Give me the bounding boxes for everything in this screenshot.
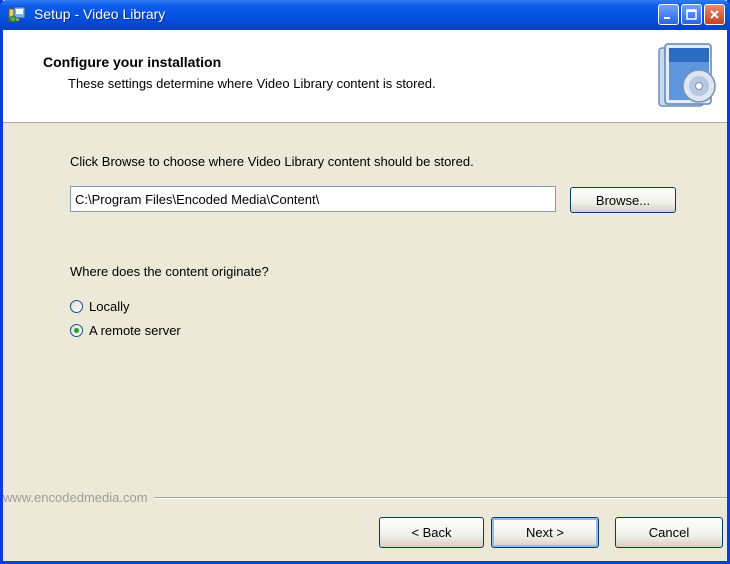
back-button[interactable]: < Back xyxy=(379,517,484,548)
browse-button[interactable]: Browse... xyxy=(570,187,676,213)
radio-option-remote-server[interactable]: A remote server xyxy=(70,323,181,338)
window-title: Setup - Video Library xyxy=(34,6,166,22)
radio-selected-dot xyxy=(74,328,79,333)
maximize-icon xyxy=(686,9,697,20)
title-bar[interactable]: Setup - Video Library xyxy=(0,0,730,30)
location-prompt: Click Browse to choose where Video Libra… xyxy=(70,154,474,169)
radio-remote-server[interactable] xyxy=(70,324,83,337)
radio-remote-server-label: A remote server xyxy=(89,323,181,338)
cd-case-icon xyxy=(658,43,716,107)
minimize-button[interactable] xyxy=(658,4,679,25)
radio-option-locally[interactable]: Locally xyxy=(70,299,129,314)
next-button[interactable]: Next > xyxy=(491,517,599,548)
wizard-header: Configure your installation These settin… xyxy=(3,30,727,123)
maximize-button[interactable] xyxy=(681,4,702,25)
close-icon xyxy=(710,10,719,19)
watermark-text: www.encodedmedia.com xyxy=(3,490,154,505)
close-button[interactable] xyxy=(704,4,725,25)
setup-app-icon xyxy=(8,6,26,23)
setup-window: Setup - Video Library Configure your ins… xyxy=(0,0,730,564)
radio-locally-label: Locally xyxy=(89,299,130,314)
radio-locally[interactable] xyxy=(70,300,83,313)
install-path-field[interactable] xyxy=(70,186,556,212)
cancel-button[interactable]: Cancel xyxy=(615,517,723,548)
origin-question: Where does the content originate? xyxy=(70,264,269,279)
minimize-icon xyxy=(664,17,670,19)
page-title: Configure your installation xyxy=(43,54,222,70)
page-subtitle: These settings determine where Video Lib… xyxy=(68,76,436,91)
